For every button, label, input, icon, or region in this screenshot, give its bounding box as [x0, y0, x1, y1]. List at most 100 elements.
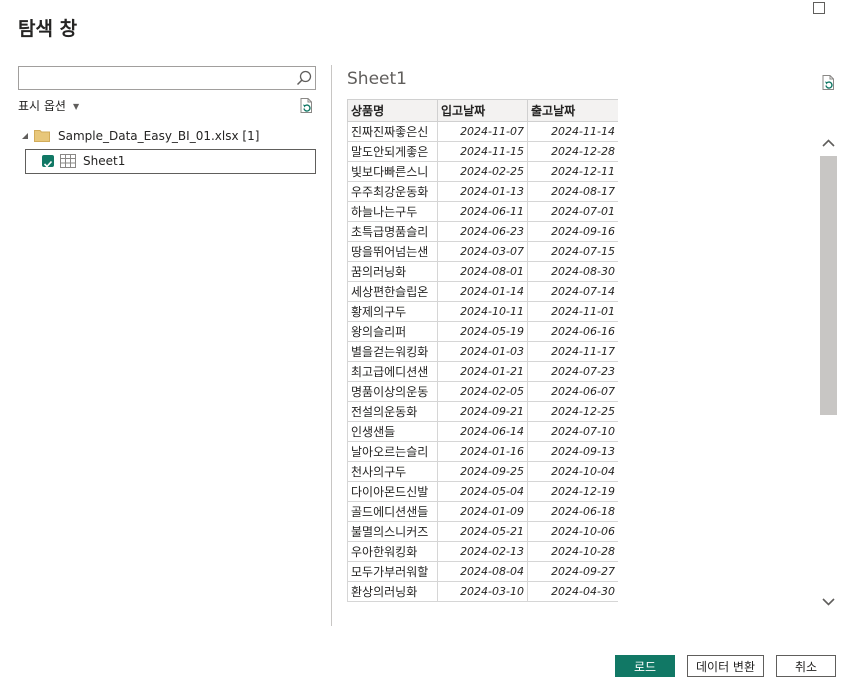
outbound-date-cell: 2024-12-28 — [527, 141, 618, 162]
inbound-date-cell: 2024-01-16 — [437, 441, 528, 462]
table-header-row: 상품명 입고날짜 출고날짜 — [347, 99, 618, 122]
vertical-scrollbar[interactable] — [820, 122, 837, 626]
table-row: 초특급명품슬리 2024-06-23 2024-09-16 — [347, 221, 618, 242]
table-row: 명품이상의운동 2024-02-05 2024-06-07 — [347, 381, 618, 402]
outbound-date-cell: 2024-06-07 — [527, 381, 618, 402]
cancel-button[interactable]: 취소 — [776, 655, 836, 677]
chevron-up-icon[interactable] — [820, 136, 837, 150]
column-header: 출고날짜 — [527, 99, 618, 122]
pane-divider[interactable] — [331, 65, 332, 626]
product-name-cell: 골드에디션샌들 — [347, 501, 438, 522]
inbound-date-cell: 2024-08-01 — [437, 261, 528, 282]
inbound-date-cell: 2024-01-21 — [437, 361, 528, 382]
table-row: 왕의슬리퍼 2024-05-19 2024-06-16 — [347, 321, 618, 342]
product-name-cell: 모두가부러워할 — [347, 561, 438, 582]
table-row: 천사의구두 2024-09-25 2024-10-04 — [347, 461, 618, 482]
table-row: 인생샌들 2024-06-14 2024-07-10 — [347, 421, 618, 442]
search-input[interactable] — [23, 67, 295, 89]
search-box — [18, 66, 316, 90]
chevron-down-icon: ▼ — [72, 102, 80, 111]
table-row: 세상편한슬립온 2024-01-14 2024-07-14 — [347, 281, 618, 302]
inbound-date-cell: 2024-10-11 — [437, 301, 528, 322]
outbound-date-cell: 2024-08-17 — [527, 181, 618, 202]
product-name-cell: 환상의러닝화 — [347, 581, 438, 602]
column-header: 입고날짜 — [437, 99, 528, 122]
transform-data-button[interactable]: 데이터 변환 — [687, 655, 764, 677]
product-name-cell: 우아한워킹화 — [347, 541, 438, 562]
product-name-cell: 천사의구두 — [347, 461, 438, 482]
maximize-icon[interactable] — [813, 2, 825, 14]
refresh-icon[interactable] — [820, 74, 837, 91]
table-row: 다이아몬드신발 2024-05-04 2024-12-19 — [347, 481, 618, 502]
table-grid-icon — [60, 154, 76, 168]
table-row: 진짜진짜좋은신 2024-11-07 2024-11-14 — [347, 121, 618, 142]
table-row: 황제의구두 2024-10-11 2024-11-01 — [347, 301, 618, 322]
product-name-cell: 명품이상의운동 — [347, 381, 438, 402]
inbound-date-cell: 2024-01-13 — [437, 181, 528, 202]
refresh-icon[interactable] — [298, 97, 315, 114]
outbound-date-cell: 2024-07-10 — [527, 421, 618, 442]
table-row: 우아한워킹화 2024-02-13 2024-10-28 — [347, 541, 618, 562]
inbound-date-cell: 2024-11-15 — [437, 141, 528, 162]
outbound-date-cell: 2024-09-16 — [527, 221, 618, 242]
table-row: 우주최강운동화 2024-01-13 2024-08-17 — [347, 181, 618, 202]
tree-collapse-icon[interactable] — [21, 132, 29, 140]
display-options-label: 표시 옵션 — [18, 99, 66, 113]
inbound-date-cell: 2024-02-25 — [437, 161, 528, 182]
product-name-cell: 날아오르는슬리 — [347, 441, 438, 462]
table-row: 불멸의스니커즈 2024-05-21 2024-10-06 — [347, 521, 618, 542]
outbound-date-cell: 2024-10-04 — [527, 461, 618, 482]
scrollbar-thumb[interactable] — [820, 156, 837, 415]
product-name-cell: 꿈의러닝화 — [347, 261, 438, 282]
product-name-cell: 진짜진짜좋은신 — [347, 121, 438, 142]
outbound-date-cell: 2024-11-01 — [527, 301, 618, 322]
outbound-date-cell: 2024-09-13 — [527, 441, 618, 462]
chevron-down-icon[interactable] — [820, 595, 837, 609]
table-row: 빛보다빠른스니 2024-02-25 2024-12-11 — [347, 161, 618, 182]
table-row: 골드에디션샌들 2024-01-09 2024-06-18 — [347, 501, 618, 522]
preview-title: Sheet1 — [347, 69, 407, 89]
tree-file-item[interactable]: Sample_Data_Easy_BI_01.xlsx [1] — [58, 129, 259, 143]
product-name-cell: 황제의구두 — [347, 301, 438, 322]
outbound-date-cell: 2024-07-01 — [527, 201, 618, 222]
load-button[interactable]: 로드 — [615, 655, 675, 677]
product-name-cell: 왕의슬리퍼 — [347, 321, 438, 342]
checkbox-icon[interactable] — [42, 155, 54, 168]
inbound-date-cell: 2024-08-04 — [437, 561, 528, 582]
preview-table: 상품명 입고날짜 출고날짜 진짜진짜좋은신 2024-11-07 2024-11-1… — [347, 99, 618, 602]
dialog-title: 탐색 창 — [18, 18, 78, 40]
table-row: 땅을뛰어넘는샌 2024-03-07 2024-07-15 — [347, 241, 618, 262]
outbound-date-cell: 2024-08-30 — [527, 261, 618, 282]
product-name-cell: 별을걷는워킹화 — [347, 341, 438, 362]
table-row: 하늘나는구두 2024-06-11 2024-07-01 — [347, 201, 618, 222]
search-icon[interactable] — [295, 69, 313, 87]
table-row: 말도안되게좋은 2024-11-15 2024-12-28 — [347, 141, 618, 162]
table-row: 꿈의러닝화 2024-08-01 2024-08-30 — [347, 261, 618, 282]
table-row: 날아오르는슬리 2024-01-16 2024-09-13 — [347, 441, 618, 462]
product-name-cell: 다이아몬드신발 — [347, 481, 438, 502]
inbound-date-cell: 2024-01-03 — [437, 341, 528, 362]
inbound-date-cell: 2024-01-09 — [437, 501, 528, 522]
inbound-date-cell: 2024-09-25 — [437, 461, 528, 482]
inbound-date-cell: 2024-01-14 — [437, 281, 528, 302]
outbound-date-cell: 2024-09-27 — [527, 561, 618, 582]
sheet-label: Sheet1 — [83, 154, 126, 168]
table-row: 전설의운동화 2024-09-21 2024-12-25 — [347, 401, 618, 422]
inbound-date-cell: 2024-02-05 — [437, 381, 528, 402]
inbound-date-cell: 2024-06-14 — [437, 421, 528, 442]
table-row: 모두가부러워할 2024-08-04 2024-09-27 — [347, 561, 618, 582]
table-row: 별을걷는워킹화 2024-01-03 2024-11-17 — [347, 341, 618, 362]
outbound-date-cell: 2024-07-14 — [527, 281, 618, 302]
outbound-date-cell: 2024-10-28 — [527, 541, 618, 562]
outbound-date-cell: 2024-07-23 — [527, 361, 618, 382]
product-name-cell: 불멸의스니커즈 — [347, 521, 438, 542]
outbound-date-cell: 2024-04-30 — [527, 581, 618, 602]
inbound-date-cell: 2024-02-13 — [437, 541, 528, 562]
product-name-cell: 세상편한슬립온 — [347, 281, 438, 302]
tree-sheet-item[interactable]: Sheet1 — [25, 149, 316, 174]
outbound-date-cell: 2024-11-17 — [527, 341, 618, 362]
display-options-dropdown[interactable]: 표시 옵션 ▼ — [18, 97, 79, 114]
product-name-cell: 우주최강운동화 — [347, 181, 438, 202]
product-name-cell: 땅을뛰어넘는샌 — [347, 241, 438, 262]
table-row: 환상의러닝화 2024-03-10 2024-04-30 — [347, 581, 618, 602]
